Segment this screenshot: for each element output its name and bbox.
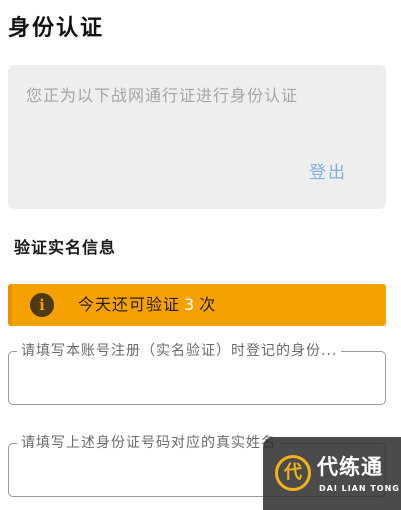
attempts-text-after: 次	[199, 295, 217, 314]
watermark-logo-icon: 代	[275, 455, 311, 491]
attempts-remaining-banner: i 今天还可验证 3 次	[8, 284, 386, 326]
watermark-badge: 代 代练通 DAI LIAN TONG	[263, 437, 401, 510]
id-number-field[interactable]: 请填写本账号注册（实名验证）时登记的身份...	[8, 341, 386, 405]
section-title-verify-identity: 验证实名信息	[14, 238, 117, 257]
attempts-text-before: 今天还可验证	[78, 295, 181, 314]
attempts-remaining-text: 今天还可验证 3 次	[78, 294, 216, 316]
id-number-field-label: 请填写本账号注册（实名验证）时登记的身份...	[17, 341, 342, 361]
page-title: 身份认证	[8, 16, 105, 41]
account-info-card: 您正为以下战网通行证进行身份认证 登出	[8, 65, 386, 209]
watermark-text: 代练通	[317, 455, 383, 479]
real-name-field-label: 请填写上述身份证号码对应的真实姓名	[17, 433, 280, 453]
info-icon: i	[30, 293, 54, 317]
logout-link[interactable]: 登出	[309, 162, 347, 184]
attempts-count: 3	[184, 295, 196, 314]
account-info-message: 您正为以下战网通行证进行身份认证	[26, 86, 299, 105]
watermark-subtext: DAI LIAN TONG	[319, 484, 400, 493]
id-number-input[interactable]	[21, 368, 375, 396]
